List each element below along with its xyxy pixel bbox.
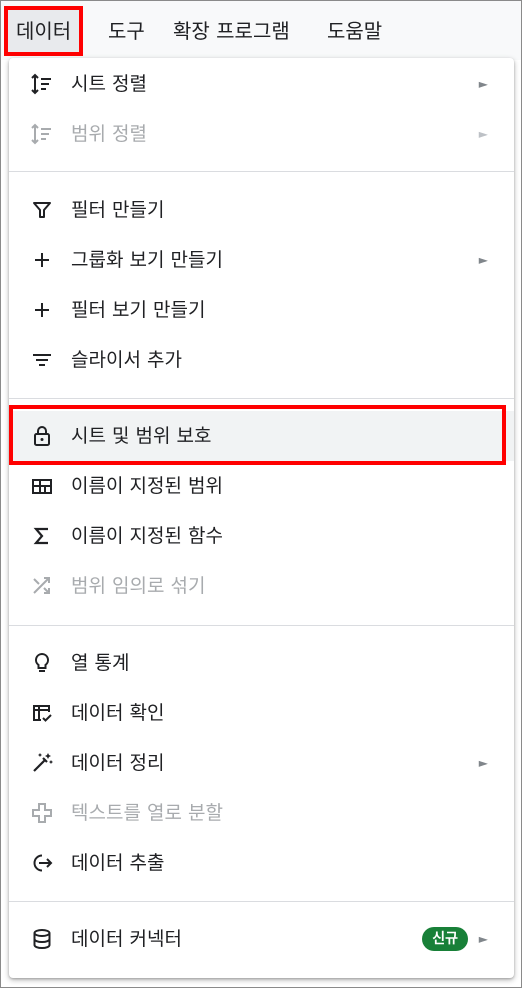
data-dropdown-menu: 시트 정렬 ► 범위 정렬 ► 필터 만들기 그룹화 보기 만들기 ► 필터 보…	[9, 58, 514, 978]
menu-item-data-validation[interactable]: 데이터 확인	[9, 688, 514, 738]
extract-icon	[29, 850, 55, 876]
menu-item-label: 데이터 추출	[71, 852, 165, 874]
menu-item-sort-sheet[interactable]: 시트 정렬 ►	[9, 59, 514, 109]
lightbulb-icon	[29, 650, 55, 676]
menu-item-label: 그룹화 보기 만들기	[71, 249, 223, 271]
sigma-icon	[29, 523, 55, 549]
submenu-arrow-icon: ►	[478, 253, 488, 267]
menu-item-create-group-view[interactable]: 그룹화 보기 만들기 ►	[9, 235, 514, 285]
menu-item-add-slicer[interactable]: 슬라이서 추가	[9, 335, 514, 385]
menu-item-named-ranges[interactable]: 이름이 지정된 범위	[9, 461, 514, 511]
plus-icon	[29, 297, 55, 323]
menu-item-sort-range: 범위 정렬 ►	[9, 109, 514, 159]
menu-item-label: 범위 정렬	[71, 123, 147, 145]
menu-item-randomize-range: 범위 임의로 섞기	[9, 561, 514, 611]
submenu-arrow-icon: ►	[478, 77, 488, 91]
menu-item-data-cleanup[interactable]: 데이터 정리 ►	[9, 738, 514, 788]
menu-item-label: 데이터 확인	[71, 702, 165, 724]
menu-item-label: 텍스트를 열로 분할	[71, 802, 223, 824]
submenu-arrow-icon: ►	[478, 127, 488, 141]
menu-item-label: 이름이 지정된 범위	[71, 475, 223, 497]
menu-item-label: 필터 보기 만들기	[71, 299, 206, 321]
menu-item-split-text-to-columns: 텍스트를 열로 분할	[9, 788, 514, 838]
menu-item-label: 범위 임의로 섞기	[71, 575, 206, 597]
menu-help[interactable]: 도움말	[327, 14, 382, 48]
magic-wand-icon	[29, 750, 55, 776]
menu-item-label: 이름이 지정된 함수	[71, 525, 223, 547]
filter-icon	[29, 197, 55, 223]
menu-item-label: 시트 정렬	[71, 73, 147, 95]
menu-item-label: 슬라이서 추가	[71, 349, 182, 371]
data-validation-icon	[29, 700, 55, 726]
plus-icon	[29, 247, 55, 273]
menu-item-create-filter-view[interactable]: 필터 보기 만들기	[9, 285, 514, 335]
menu-item-label: 필터 만들기	[71, 199, 165, 221]
divider	[9, 625, 514, 626]
divider	[9, 398, 514, 399]
menu-item-label: 열 통계	[71, 652, 130, 674]
divider	[9, 171, 514, 172]
menu-item-label: 데이터 커넥터	[71, 928, 182, 950]
lock-icon	[29, 423, 55, 449]
menu-tools[interactable]: 도구	[108, 14, 145, 48]
divider	[9, 901, 514, 902]
submenu-arrow-icon: ►	[478, 756, 488, 770]
menu-item-data-extraction[interactable]: 데이터 추출	[9, 838, 514, 888]
new-badge: 신규	[422, 927, 468, 951]
slicer-icon	[29, 347, 55, 373]
menu-bar: 데이터 도구 확장 프로그램 도움말	[0, 0, 522, 60]
named-range-icon	[29, 473, 55, 499]
menu-item-create-filter[interactable]: 필터 만들기	[9, 185, 514, 235]
menu-item-column-stats[interactable]: 열 통계	[9, 638, 514, 688]
submenu-arrow-icon: ►	[478, 932, 488, 946]
shuffle-icon	[29, 573, 55, 599]
menu-item-label: 데이터 정리	[71, 752, 165, 774]
menu-data[interactable]: 데이터	[4, 6, 84, 56]
split-columns-icon	[29, 800, 55, 826]
sort-icon	[29, 121, 55, 147]
menu-item-named-functions[interactable]: 이름이 지정된 함수	[9, 511, 514, 561]
database-icon	[29, 926, 55, 952]
menu-extensions[interactable]: 확장 프로그램	[173, 14, 290, 48]
menu-item-label: 시트 및 범위 보호	[71, 425, 212, 447]
sort-icon	[29, 71, 55, 97]
menu-item-protect-sheets-ranges[interactable]: 시트 및 범위 보호	[9, 411, 514, 461]
menu-item-data-connectors[interactable]: 데이터 커넥터 신규 ►	[9, 914, 514, 964]
